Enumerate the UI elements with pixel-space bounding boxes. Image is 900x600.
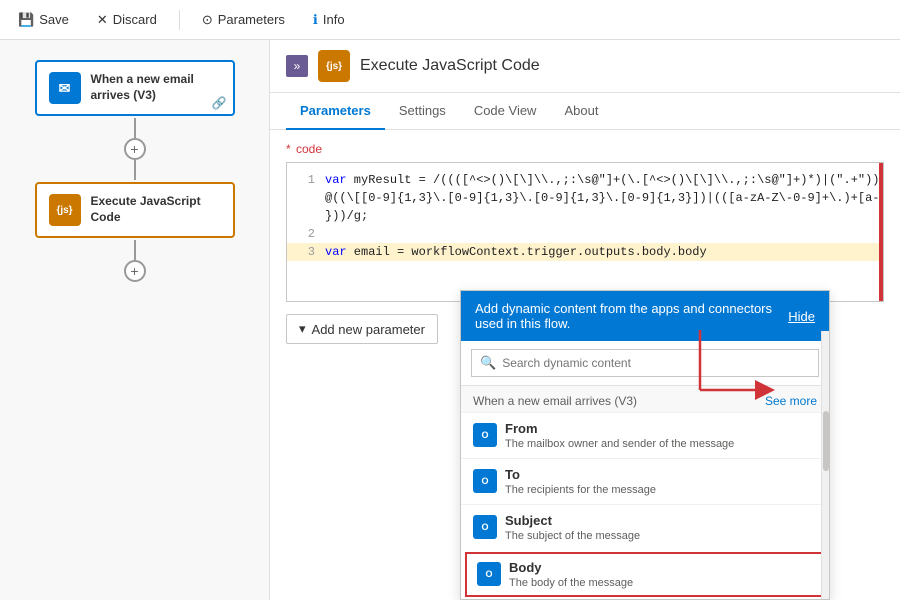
subject-item-desc: The subject of the message xyxy=(505,530,817,542)
connector-line-bottom xyxy=(134,240,136,260)
tab-code-view[interactable]: Code View xyxy=(460,93,551,130)
trigger-icon: ✉ xyxy=(49,72,81,104)
expand-button[interactable]: » xyxy=(286,55,308,77)
discard-icon: ✕ xyxy=(97,12,108,28)
add-param-icon: ▾ xyxy=(299,321,306,337)
code-text-1b: @((\[[0-9]{1,3}\.[0-9]{1,3}\.[0-9]{1,3}\… xyxy=(325,189,884,207)
body-item-desc: The body of the message xyxy=(509,577,813,589)
search-icon: 🔍 xyxy=(480,355,496,371)
subject-item-content: Subject The subject of the message xyxy=(505,513,817,542)
connector-bottom: + xyxy=(124,240,146,282)
connector-top: + xyxy=(124,118,146,180)
discard-label: Discard xyxy=(113,12,157,27)
parameters-button[interactable]: ⊙ Parameters xyxy=(196,8,291,32)
info-icon: ℹ xyxy=(313,12,318,28)
line-num-2: 2 xyxy=(295,225,315,243)
popup-section-header: When a new email arrives (V3) See more xyxy=(461,386,829,412)
dynamic-item-body[interactable]: O Body The body of the message xyxy=(465,552,825,597)
code-line-1b: @((\[[0-9]{1,3}\.[0-9]{1,3}\.[0-9]{1,3}\… xyxy=(287,189,883,207)
code-text-3: var email = workflowContext.trigger.outp… xyxy=(325,243,707,261)
save-button[interactable]: 💾 Save xyxy=(12,8,75,32)
from-item-icon: O xyxy=(473,423,497,447)
toolbar: 💾 Save ✕ Discard ⊙ Parameters ℹ Info xyxy=(0,0,900,40)
action-icon: {js} xyxy=(49,194,81,226)
parameters-label: Parameters xyxy=(218,12,285,27)
tab-parameters[interactable]: Parameters xyxy=(286,93,385,130)
search-input[interactable] xyxy=(502,356,810,370)
section-title: When a new email arrives (V3) xyxy=(473,394,637,408)
from-item-content: From The mailbox owner and sender of the… xyxy=(505,421,817,450)
from-item-desc: The mailbox owner and sender of the mess… xyxy=(505,438,817,450)
link-icon: 🔗 xyxy=(212,96,227,110)
right-panel: » {js} Execute JavaScript Code Parameter… xyxy=(270,40,900,600)
code-line-2: 2 xyxy=(287,225,883,243)
popup-scroll: O From The mailbox owner and sender of t… xyxy=(461,412,829,599)
connector-line-mid xyxy=(134,160,136,180)
popup-search-area: 🔍 xyxy=(461,341,829,386)
tab-settings[interactable]: Settings xyxy=(385,93,460,130)
discard-button[interactable]: ✕ Discard xyxy=(91,8,163,32)
popup-hide-button[interactable]: Hide xyxy=(788,309,815,324)
main-container: ✉ When a new email arrives (V3) 🔗 + {js}… xyxy=(0,40,900,600)
required-star: * xyxy=(286,142,291,156)
popup-scrollbar[interactable] xyxy=(821,331,829,599)
dynamic-content-popup: Add dynamic content from the apps and co… xyxy=(460,290,830,600)
add-step-circle-top[interactable]: + xyxy=(124,138,146,160)
popup-header-text: Add dynamic content from the apps and co… xyxy=(475,301,788,331)
add-parameter-button[interactable]: ▾ Add new parameter xyxy=(286,314,438,344)
to-item-icon: O xyxy=(473,469,497,493)
line-num-3: 3 xyxy=(295,243,315,261)
code-text-1: var myResult = /((([^<>()\[\]\\.,;:\s@"]… xyxy=(325,171,880,189)
dynamic-item-from[interactable]: O From The mailbox owner and sender of t… xyxy=(461,412,829,458)
dynamic-item-subject[interactable]: O Subject The subject of the message xyxy=(461,504,829,550)
info-label: Info xyxy=(323,12,345,27)
subject-item-icon: O xyxy=(473,515,497,539)
action-label: Execute JavaScript Code xyxy=(91,194,221,225)
scrollbar-thumb[interactable] xyxy=(823,411,829,471)
code-line-1: 1 var myResult = /((([^<>()\[\]\\.,;:\s@… xyxy=(287,171,883,189)
code-label: * code xyxy=(286,142,884,156)
parameters-icon: ⊙ xyxy=(202,12,213,28)
action-node[interactable]: {js} Execute JavaScript Code xyxy=(35,182,235,238)
to-item-desc: The recipients for the message xyxy=(505,484,817,496)
left-panel: ✉ When a new email arrives (V3) 🔗 + {js}… xyxy=(0,40,270,600)
see-more-link[interactable]: See more xyxy=(765,394,817,408)
line-num-1b xyxy=(295,189,315,207)
content-area: * code 1 var myResult = /((([^<>()\[\]\\… xyxy=(270,130,900,600)
line-num-1c xyxy=(295,207,315,225)
body-item-icon: O xyxy=(477,562,501,586)
action-header: » {js} Execute JavaScript Code xyxy=(270,40,900,93)
popup-header: Add dynamic content from the apps and co… xyxy=(461,291,829,341)
action-title: Execute JavaScript Code xyxy=(360,57,540,75)
tab-about[interactable]: About xyxy=(550,93,612,130)
code-editor[interactable]: 1 var myResult = /((([^<>()\[\]\\.,;:\s@… xyxy=(286,162,884,302)
code-text-1c: }))/g; xyxy=(325,207,368,225)
toolbar-divider xyxy=(179,10,180,30)
line-num-1: 1 xyxy=(295,171,315,189)
connector-line-top xyxy=(134,118,136,138)
code-line-1c: }))/g; xyxy=(287,207,883,225)
tabs-bar: Parameters Settings Code View About xyxy=(270,93,900,130)
code-line-3: 3 var email = workflowContext.trigger.ou… xyxy=(287,243,883,261)
to-item-title: To xyxy=(505,467,817,482)
add-step-circle-bottom[interactable]: + xyxy=(124,260,146,282)
body-item-content: Body The body of the message xyxy=(509,560,813,589)
info-button[interactable]: ℹ Info xyxy=(307,8,351,32)
dynamic-item-to[interactable]: O To The recipients for the message xyxy=(461,458,829,504)
save-icon: 💾 xyxy=(18,12,34,28)
from-item-title: From xyxy=(505,421,817,436)
subject-item-title: Subject xyxy=(505,513,817,528)
save-label: Save xyxy=(39,12,69,27)
action-header-icon: {js} xyxy=(318,50,350,82)
trigger-node[interactable]: ✉ When a new email arrives (V3) 🔗 xyxy=(35,60,235,116)
add-param-label: Add new parameter xyxy=(312,322,425,337)
popup-search-box: 🔍 xyxy=(471,349,819,377)
to-item-content: To The recipients for the message xyxy=(505,467,817,496)
body-item-title: Body xyxy=(509,560,813,575)
trigger-label: When a new email arrives (V3) xyxy=(91,72,221,103)
